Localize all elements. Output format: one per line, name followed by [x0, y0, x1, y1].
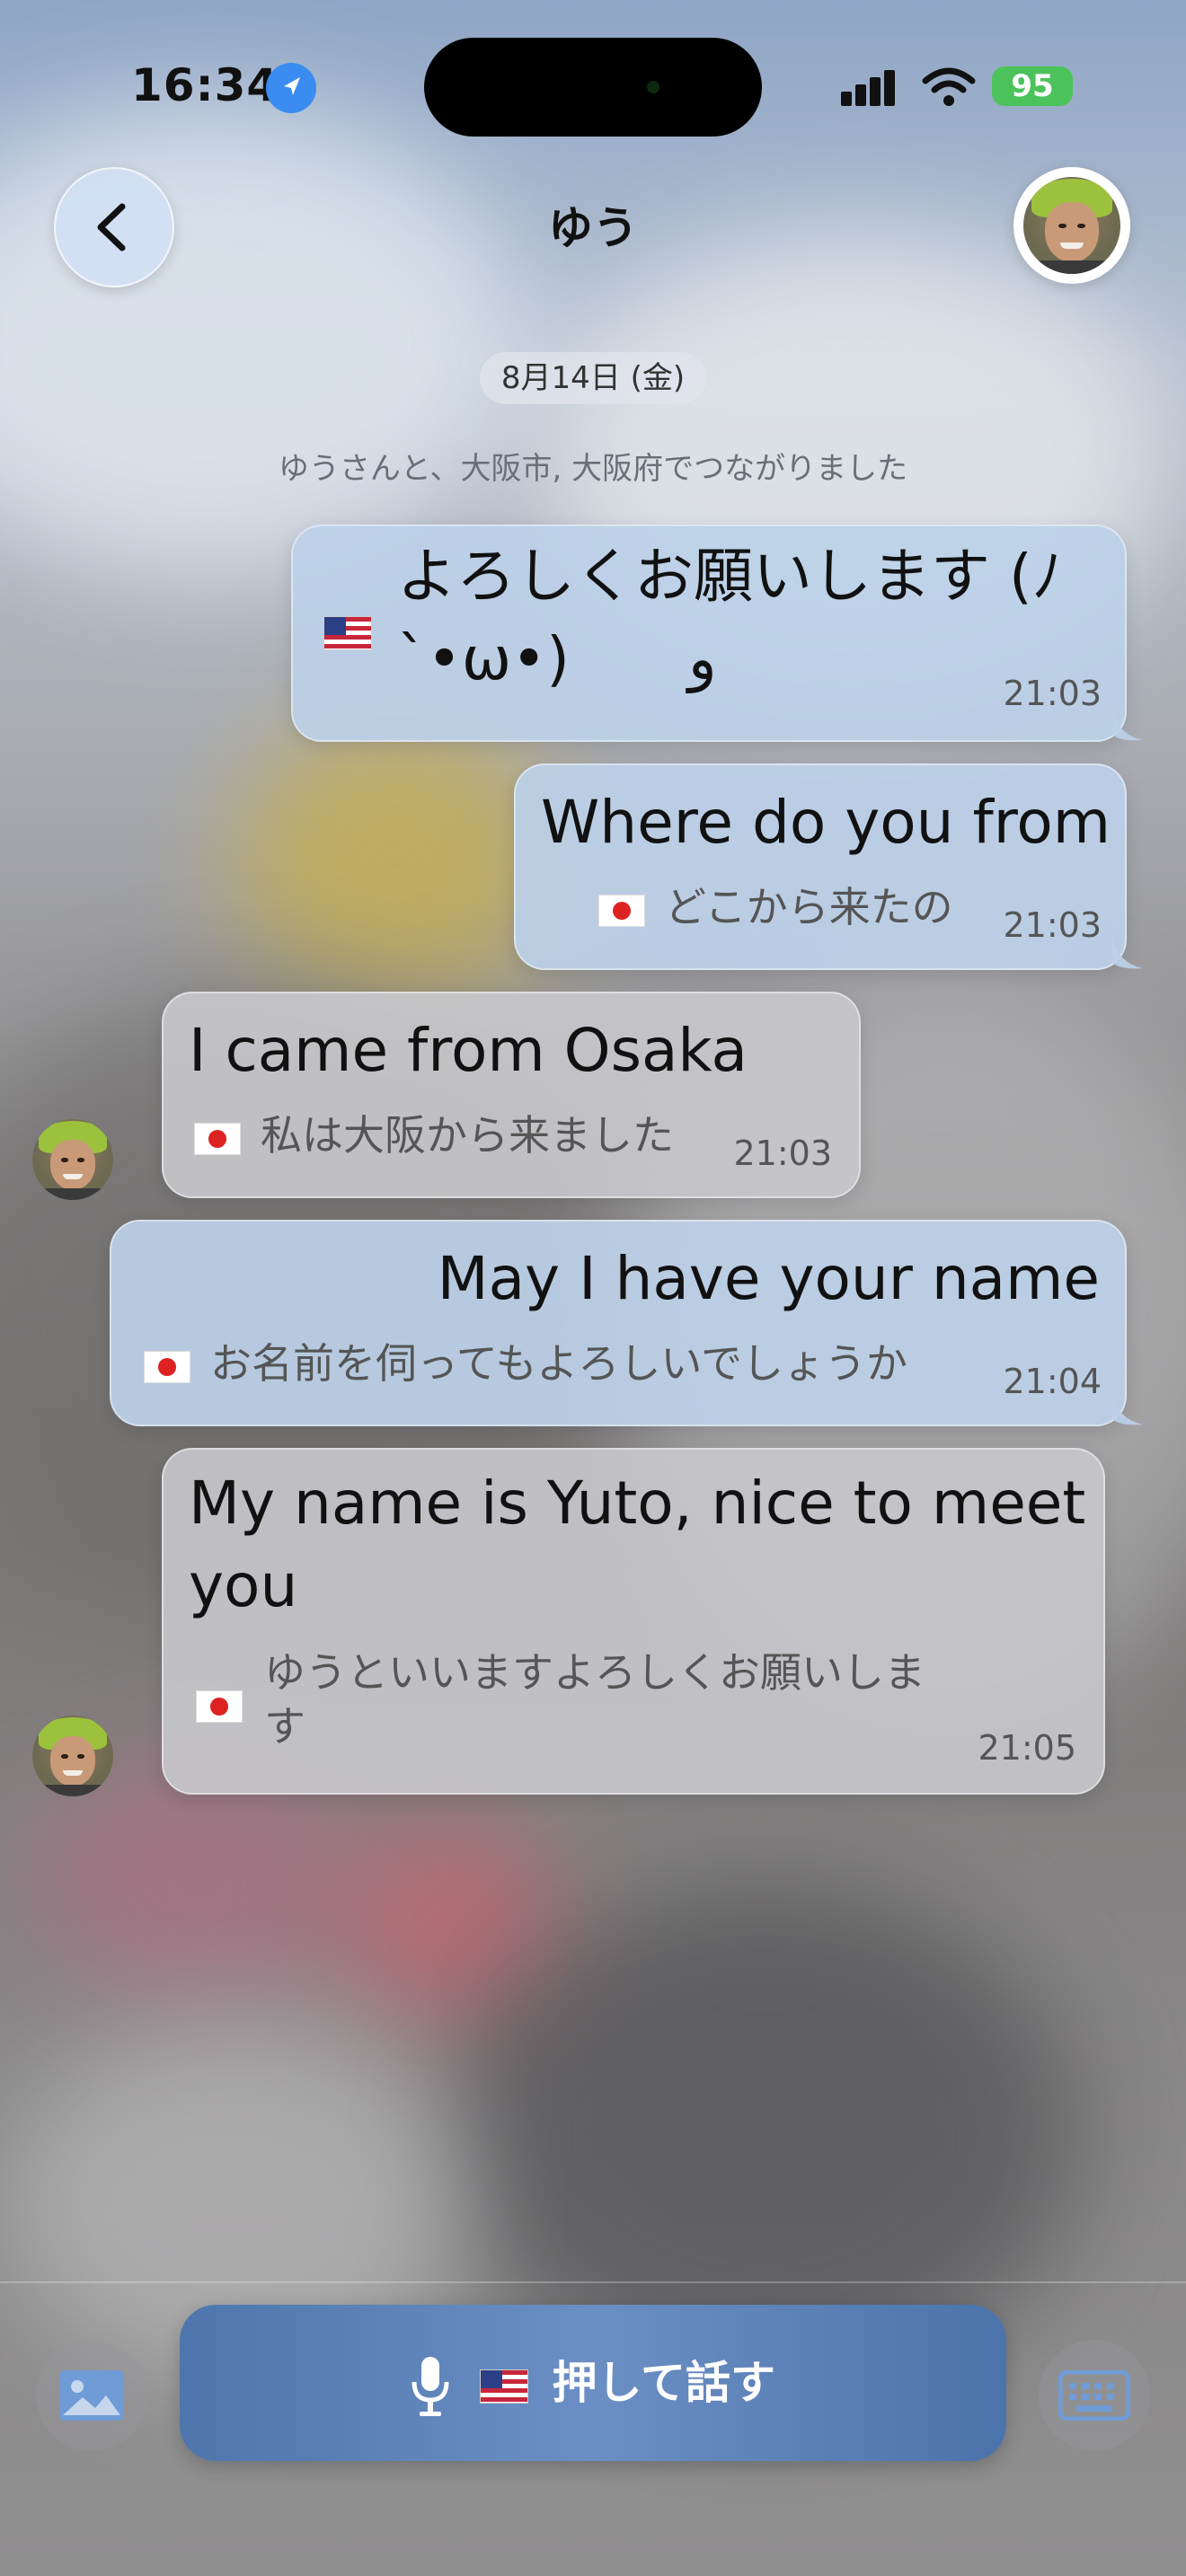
- chevron-left-icon: [97, 203, 126, 251]
- date-separator: 8月14日 (金): [480, 352, 706, 404]
- dynamic-island: [424, 38, 762, 137]
- signal-icon: [841, 70, 900, 106]
- jp-flag-icon: [194, 1122, 241, 1155]
- location-arrow-icon: [266, 63, 316, 113]
- sender-avatar[interactable]: [32, 1119, 113, 1200]
- message-text: よろしくお願いします (ﾉ `•ω•) و: [397, 542, 1062, 693]
- message-text: I came from Osaka: [189, 1016, 748, 1085]
- jp-flag-icon: [196, 1690, 243, 1723]
- status-bar: 16:34 95: [0, 0, 1186, 171]
- keyboard-button[interactable]: [1039, 2340, 1150, 2451]
- push-to-talk-label: 押して話す: [552, 2357, 775, 2409]
- message-text: May I have your name: [437, 1244, 1100, 1313]
- back-button[interactable]: [54, 167, 174, 287]
- message-bubble-outgoing[interactable]: よろしくお願いします (ﾉ `•ω•) و 21:03: [291, 525, 1127, 742]
- message-time: 21:04: [1003, 1362, 1102, 1401]
- status-time: 16:34: [131, 59, 279, 111]
- message-text: Where do you from: [541, 788, 1111, 857]
- message-time: 21:03: [1003, 905, 1102, 945]
- sender-avatar[interactable]: [32, 1716, 113, 1796]
- microphone-icon: [412, 2356, 449, 2416]
- message-time: 21:03: [733, 1134, 832, 1173]
- translation-text: ゆうといいますよろしくお願いしま す: [264, 1648, 925, 1751]
- camera-dot: [647, 81, 659, 93]
- message-bubble-incoming[interactable]: My name is Yuto, nice to meet you ゆうといいま…: [162, 1448, 1105, 1795]
- connection-notice: ゆうさんと、大阪市, 大阪府でつながりました: [278, 451, 908, 487]
- image-picker-button[interactable]: [36, 2340, 147, 2451]
- keyboard-icon: [1058, 2370, 1130, 2421]
- message-bubble-outgoing[interactable]: May I have your name お名前を伺ってもよろしいでしょうか 2…: [110, 1220, 1127, 1426]
- us-flag-icon: [323, 616, 372, 650]
- bubble-tail: [1112, 1394, 1143, 1425]
- jp-flag-icon: [598, 894, 645, 927]
- contact-avatar-button[interactable]: [1013, 167, 1130, 284]
- message-text: My name is Yuto, nice to meet you: [189, 1469, 1086, 1620]
- translation-row: お名前を伺ってもよろしいでしょうか: [144, 1337, 907, 1390]
- us-flag-icon: [480, 2369, 529, 2404]
- message-bubble-incoming[interactable]: I came from Osaka 私は大阪から来ました 21:03: [162, 992, 861, 1198]
- push-to-talk-button[interactable]: 押して話す: [180, 2305, 1006, 2461]
- chat-title: ゆう: [548, 202, 638, 254]
- translation-text: どこから来たの: [665, 883, 953, 931]
- message-time: 21:05: [978, 1728, 1076, 1768]
- bubble-tail: [1112, 938, 1143, 969]
- translation-text: 私は大阪から来ました: [261, 1111, 674, 1160]
- translation-text: お名前を伺ってもよろしいでしょうか: [210, 1339, 908, 1388]
- wifi-icon: [922, 66, 976, 108]
- bubble-tail: [1112, 710, 1143, 741]
- jp-flag-icon: [144, 1350, 190, 1383]
- translation-row: どこから来たの: [598, 880, 953, 934]
- translation-row: 私は大阪から来ました: [194, 1108, 674, 1162]
- battery-indicator: 95: [992, 66, 1073, 106]
- message-time: 21:03: [1003, 674, 1102, 713]
- photo-icon: [59, 2370, 124, 2421]
- avatar: [1023, 177, 1120, 274]
- bottom-divider: [0, 2281, 1186, 2283]
- message-bubble-outgoing[interactable]: Where do you from どこから来たの 21:03: [514, 763, 1127, 970]
